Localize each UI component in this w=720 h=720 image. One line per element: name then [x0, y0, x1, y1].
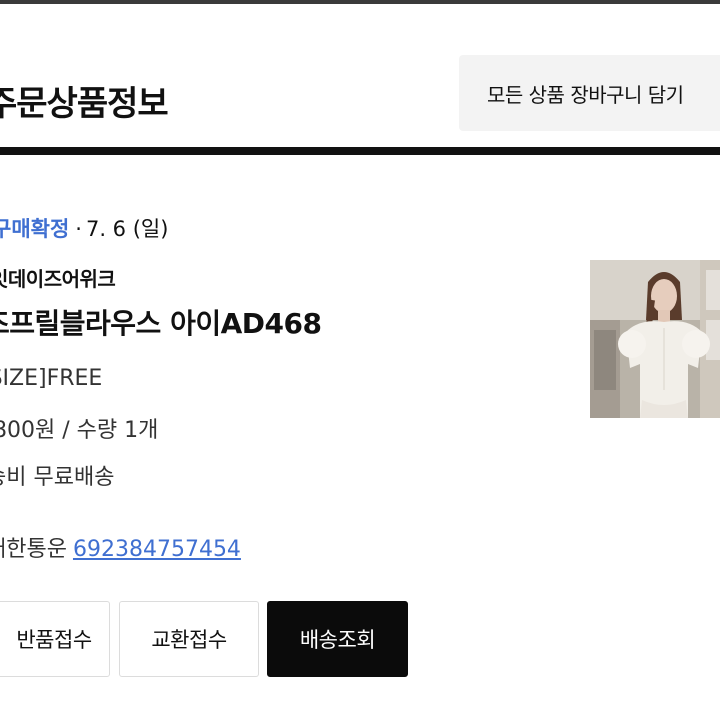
add-all-to-cart-button[interactable]: 모든 상품 장바구니 담기	[459, 55, 720, 131]
return-request-button[interactable]: 반품접수	[0, 601, 110, 677]
price-quantity: ,800원 / 수량 1개	[0, 418, 159, 443]
separator-dot: ·	[75, 217, 82, 241]
courier-info: 대한통운692384757454	[0, 531, 241, 563]
section-divider	[0, 147, 720, 155]
product-photo-blouse-icon	[590, 260, 720, 418]
product-option: [SIZE]FREE	[0, 366, 103, 391]
tracking-number-link[interactable]: 692384757454	[73, 537, 241, 562]
shipping-fee: 송비 무료배송	[0, 465, 115, 490]
order-date: 7. 6 (일)	[85, 217, 169, 241]
page-title: 주문상품정보	[0, 84, 169, 124]
courier-name: 대한통운	[0, 537, 67, 562]
exchange-request-button[interactable]: 교환접수	[119, 601, 259, 677]
brand-name[interactable]: 잇데이즈어위크	[0, 263, 116, 292]
order-status: 구매확정	[0, 217, 70, 241]
order-items-header: 주문상품정보 모든 상품 장바구니 담기	[0, 4, 720, 147]
order-item-card: 구매확정·7. 6 (일) 잇데이즈어위크 즈프릴블라우스 아이AD468 [S…	[0, 155, 720, 720]
track-delivery-button[interactable]: 배송조회	[267, 601, 408, 677]
product-name[interactable]: 즈프릴블라우스 아이AD468	[0, 302, 322, 342]
order-status-line: 구매확정 · 7. 6 (일)	[0, 213, 168, 243]
product-image[interactable]	[590, 260, 720, 418]
